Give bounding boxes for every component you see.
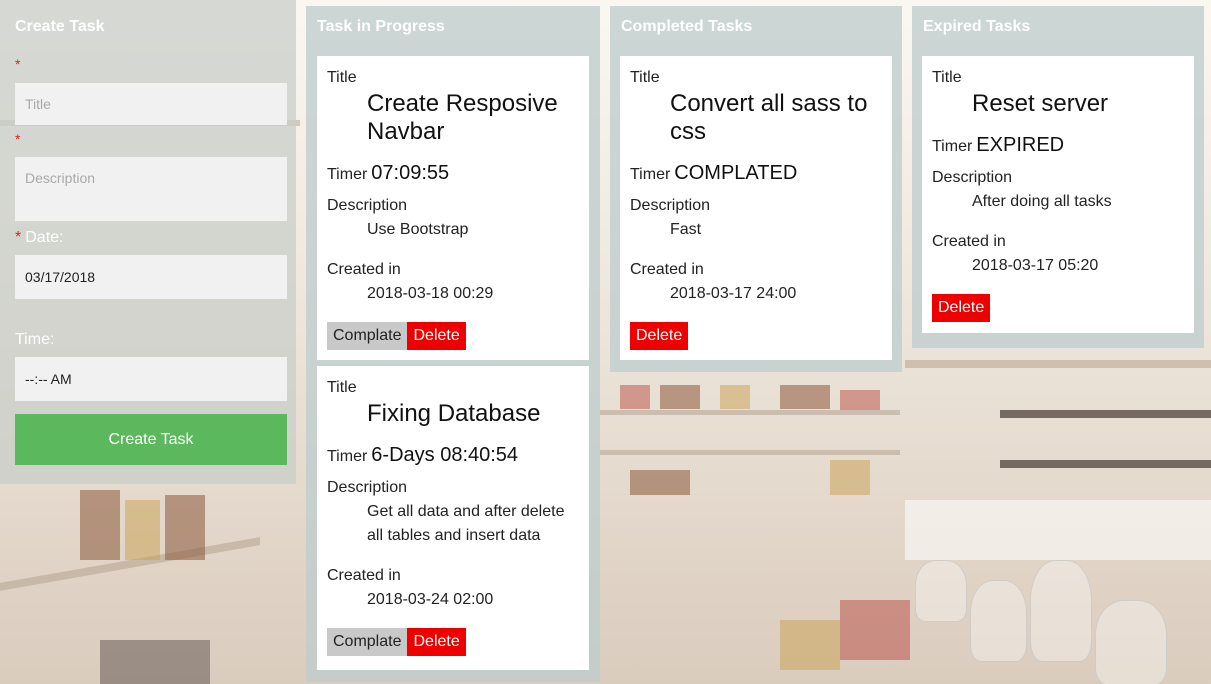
shelf (905, 360, 1211, 368)
title-label: Title (630, 69, 660, 86)
delete-button[interactable]: Delete (407, 628, 466, 656)
timer-label: Timer (630, 166, 671, 183)
product-box (660, 385, 700, 409)
product-box (630, 470, 690, 495)
timer-value: 07:09:55 (371, 162, 450, 184)
delete-button[interactable]: Delete (932, 294, 991, 322)
created-in-label: Created in (327, 567, 401, 584)
title-label: Title (932, 69, 962, 86)
task-in-progress-heading: Task in Progress (317, 18, 445, 35)
delete-button[interactable]: Delete (630, 322, 689, 350)
glass-jar (1030, 560, 1092, 662)
complete-button[interactable]: Complate (327, 628, 408, 656)
counter (905, 500, 1211, 560)
expired-tasks-panel: Expired Tasks Title Reset server Timer EX… (912, 6, 1204, 348)
date-input[interactable]: 03/17/2018 (15, 255, 287, 299)
time-input[interactable]: --:-- AM (15, 357, 287, 401)
title-label: Title (327, 69, 357, 86)
task-card: Title Reset server Timer EXPIRED Descript… (922, 56, 1194, 333)
product-box (720, 385, 750, 409)
time-label: Time: (15, 331, 55, 348)
description-label: Description (327, 479, 408, 496)
task-created-date: 2018-03-18 00:29 (367, 285, 494, 302)
shelf (1000, 410, 1211, 418)
timer-value: EXPIRED (976, 134, 1065, 156)
task-title: Fixing Database (367, 400, 541, 427)
product-box (840, 600, 910, 660)
task-title-line2: css (670, 118, 706, 145)
task-created-date: 2018-03-24 02:00 (367, 591, 494, 608)
task-title-line2: Navbar (367, 118, 445, 145)
task-description: Fast (670, 221, 702, 238)
create-task-button[interactable]: Create Task (15, 414, 287, 465)
product-box (780, 620, 840, 670)
task-in-progress-panel: Task in Progress Title Create Resposive … (306, 6, 600, 682)
task-title: Reset server (972, 90, 1109, 117)
task-description: Use Bootstrap (367, 221, 469, 238)
task-created-date: 2018-03-17 24:00 (670, 285, 797, 302)
delete-button[interactable]: Delete (407, 322, 466, 350)
description-label: Description (932, 169, 1013, 186)
task-card: Title Create Resposive Navbar Timer 07:09… (317, 56, 589, 360)
date-label: * Date: (15, 229, 64, 246)
task-description: Get all data and after delete (367, 503, 565, 520)
product-tins (100, 640, 210, 684)
product-box (780, 385, 830, 409)
product-box (620, 385, 650, 409)
timer-label: Timer (327, 166, 368, 183)
title-label: Title (327, 379, 357, 396)
timer-label: Timer (327, 448, 368, 465)
timer-value: 6-Days 08:40:54 (371, 444, 519, 466)
task-created-date: 2018-03-17 05:20 (972, 257, 1099, 274)
required-mark: * (15, 56, 21, 72)
timer-label: Timer (932, 138, 973, 155)
timer-value: COMPLATED (674, 162, 798, 184)
completed-tasks-heading: Completed Tasks (621, 18, 753, 35)
task-card: Title Fixing Database Timer 6-Days 08:40:… (317, 366, 589, 670)
glass-jar (1095, 600, 1167, 684)
product-box (840, 390, 880, 410)
product-box (165, 495, 205, 560)
product-box (830, 460, 870, 495)
description-label: Description (630, 197, 711, 214)
description-input[interactable]: Description (15, 157, 287, 221)
shelf (600, 410, 900, 415)
expired-tasks-heading: Expired Tasks (923, 18, 1031, 35)
task-description-line2: all tables and insert data (367, 527, 541, 544)
create-task-heading: Create Task (15, 18, 105, 35)
glass-jar (915, 560, 967, 622)
title-input[interactable]: Title (15, 83, 287, 125)
shelf (1000, 460, 1211, 468)
task-title: Convert all sass to (670, 90, 868, 117)
task-title: Create Resposive (367, 90, 558, 117)
create-task-panel: Create Task * Title * Description * Date:… (0, 0, 296, 484)
task-card: Title Convert all sass to css Timer COMPL… (620, 56, 892, 360)
complete-button[interactable]: Complate (327, 322, 408, 350)
required-mark: * (15, 131, 21, 147)
task-description: After doing all tasks (972, 193, 1112, 210)
product-box (125, 500, 160, 560)
created-in-label: Created in (327, 261, 401, 278)
description-label: Description (327, 197, 408, 214)
glass-jar (970, 580, 1027, 662)
created-in-label: Created in (630, 261, 704, 278)
created-in-label: Created in (932, 233, 1006, 250)
product-box (80, 490, 120, 560)
completed-tasks-panel: Completed Tasks Title Convert all sass t… (610, 6, 902, 372)
shelf (600, 450, 900, 455)
